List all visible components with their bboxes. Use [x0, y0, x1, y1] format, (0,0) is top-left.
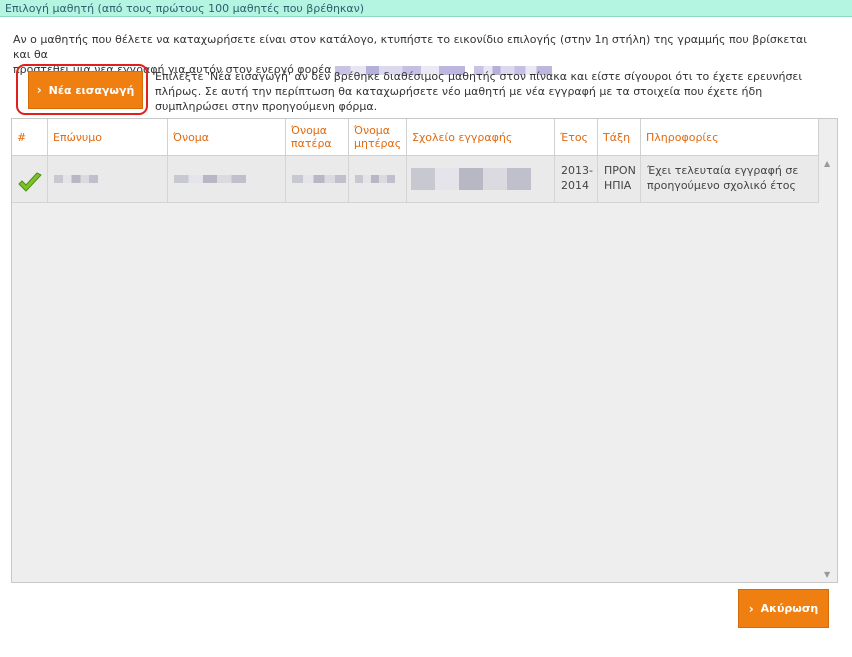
column-header-select: # — [12, 119, 48, 155]
help-text: Επιλέξτε 'Νέα εισαγωγή' αν δεν βρέθηκε δ… — [155, 70, 803, 113]
column-header-surname[interactable]: Επώνυμο — [48, 119, 168, 155]
cancel-button[interactable]: › Ακύρωση — [738, 589, 829, 628]
mother-name-cell — [349, 156, 407, 202]
column-header-class[interactable]: Τάξη — [598, 119, 641, 155]
cancel-label: Ακύρωση — [760, 602, 819, 615]
column-header-name[interactable]: Όνομα — [168, 119, 286, 155]
column-header-mother-name[interactable]: Όνομα μητέρας — [349, 119, 407, 155]
scroll-down-arrow-icon[interactable]: ▼ — [824, 570, 830, 579]
name-cell — [168, 156, 286, 202]
new-entry-button[interactable]: › Νέα εισαγωγή — [28, 71, 143, 109]
column-header-year[interactable]: Έτος — [555, 119, 598, 155]
surname-cell — [48, 156, 168, 202]
new-entry-label: Νέα εισαγωγή — [48, 83, 135, 97]
info-cell: Έχει τελευταία εγγραφή σε προηγούμενο σχ… — [641, 156, 819, 202]
redacted-mother-name — [355, 175, 395, 183]
column-header-school[interactable]: Σχολείο εγγραφής — [407, 119, 555, 155]
class-cell: ΠΡΟΝΗΠΙΑ — [598, 156, 641, 202]
table-header: # Επώνυμο Όνομα Όνομα πατέρα Όνομα μητέρ… — [12, 119, 819, 156]
column-header-info[interactable]: Πληροφορίες — [641, 119, 819, 155]
redacted-name — [174, 175, 246, 183]
scroll-up-arrow-icon[interactable]: ▲ — [824, 159, 830, 168]
table-row[interactable]: 2013-2014 ΠΡΟΝΗΠΙΑ Έχει τελευταία εγγραφ… — [12, 156, 819, 203]
table-scrollbar[interactable]: ▲ ▼ — [819, 156, 837, 582]
school-cell — [407, 156, 555, 202]
chevron-right-icon: › — [748, 601, 754, 616]
father-name-cell — [286, 156, 349, 202]
chevron-right-icon: › — [36, 83, 42, 97]
dialog-title: Επιλογή μαθητή (από τους πρώτους 100 μαθ… — [0, 0, 852, 17]
year-cell: 2013-2014 — [555, 156, 598, 202]
select-cell[interactable] — [12, 156, 48, 202]
column-header-father-name[interactable]: Όνομα πατέρα — [286, 119, 349, 155]
redacted-surname — [54, 175, 98, 183]
students-table: # Επώνυμο Όνομα Όνομα πατέρα Όνομα μητέρ… — [11, 118, 838, 583]
checkmark-icon[interactable] — [17, 172, 43, 194]
redacted-father-name — [292, 175, 346, 183]
intro-line1: Αν ο μαθητής που θέλετε να καταχωρήσετε … — [13, 33, 807, 61]
redacted-school — [411, 168, 531, 190]
